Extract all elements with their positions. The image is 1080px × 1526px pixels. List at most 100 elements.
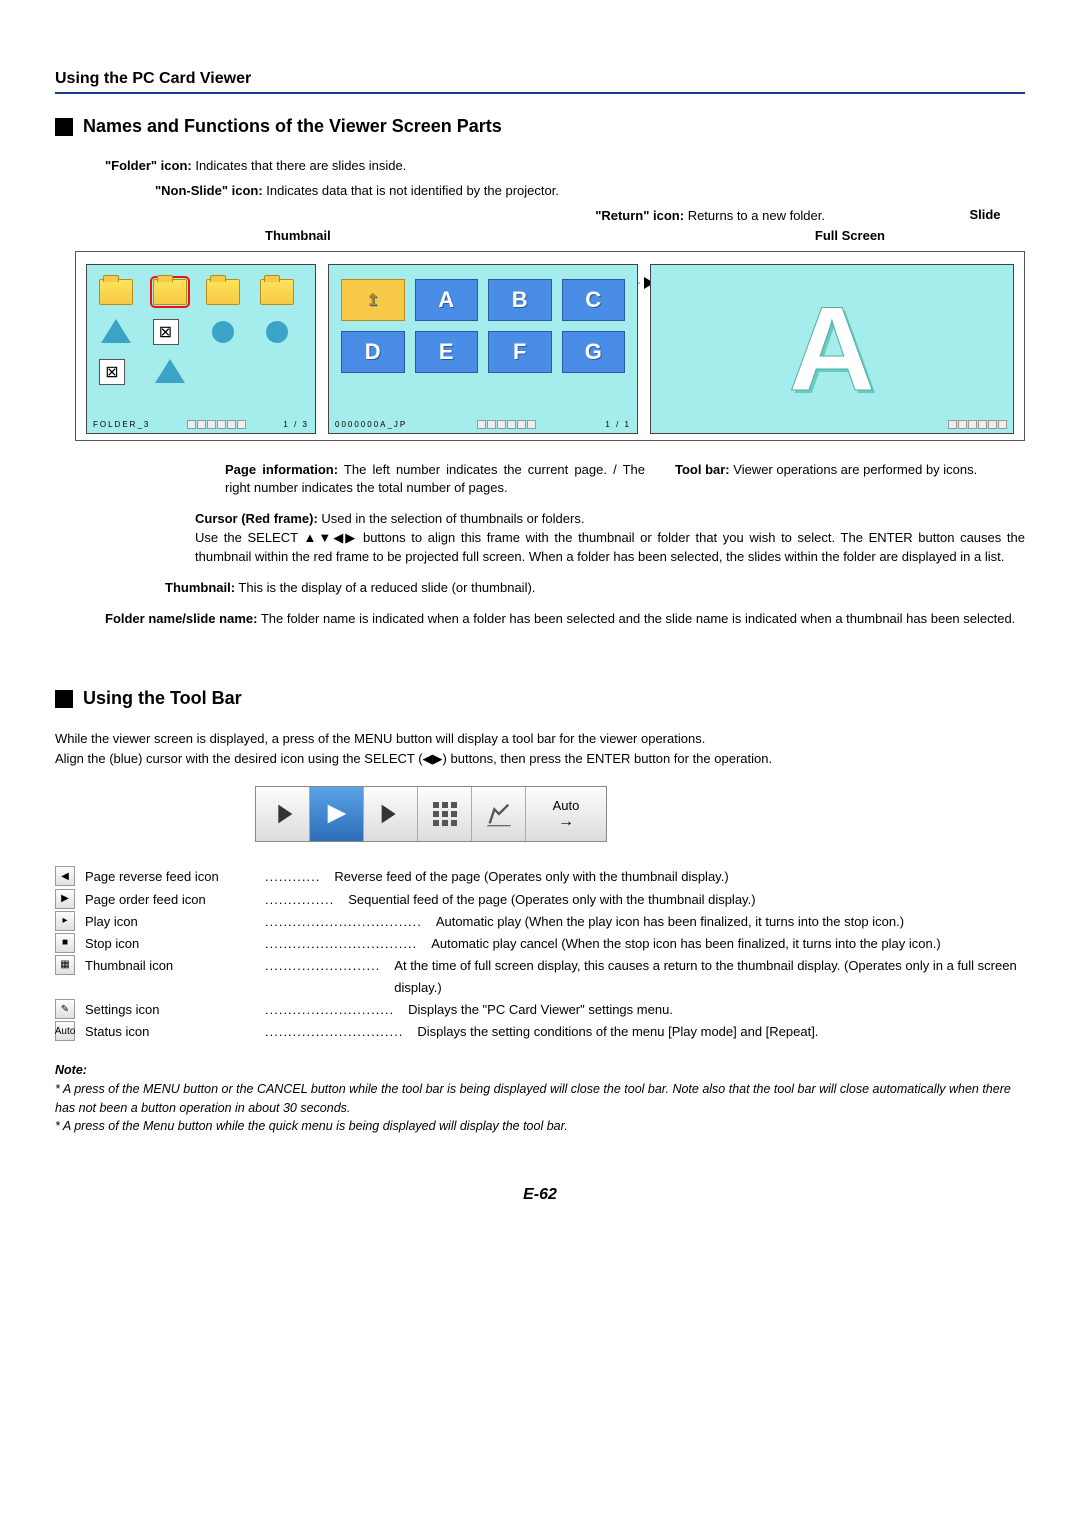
slide-c: C — [562, 279, 626, 321]
slide-a: A — [415, 279, 479, 321]
folder-icon — [99, 279, 133, 305]
auto-label: Auto — [553, 798, 580, 813]
legend-text: Automatic play cancel (When the stop ico… — [431, 933, 1025, 955]
slide-d: D — [341, 331, 405, 373]
legend-glyph-icon: ■ — [55, 933, 75, 953]
page-info: 1 / 1 — [605, 420, 631, 429]
label-slide: Slide — [945, 207, 1025, 226]
slide-name: 0000000A_JP — [335, 420, 407, 429]
non-slide-icon: ⊠ — [153, 319, 187, 345]
mini-toolbar-icon — [948, 420, 1007, 429]
heading-text: Using the Tool Bar — [83, 688, 242, 709]
legend-name: Thumbnail icon — [85, 955, 255, 977]
header-rule — [55, 92, 1025, 94]
folder-name: FOLDER_3 — [93, 420, 150, 429]
mini-toolbar-icon — [477, 420, 536, 429]
legend-text: Sequential feed of the page (Operates on… — [348, 889, 1025, 911]
folder-icon — [260, 279, 294, 305]
slide-tri-icon — [99, 319, 133, 345]
legend-text: Displays the setting conditions of the m… — [417, 1021, 1025, 1043]
legend-text: Automatic play (When the play icon has b… — [436, 911, 1025, 933]
legend-glyph-icon: ▦ — [55, 955, 75, 975]
thumbnail-button[interactable] — [418, 787, 472, 841]
desc-cursor: Cursor (Red frame): Used in the selectio… — [195, 510, 1025, 567]
square-bullet-icon — [55, 118, 73, 136]
status-button[interactable]: Auto → — [526, 787, 606, 841]
legend-dots: ............... — [265, 889, 334, 911]
legend-glyph-icon: Auto — [55, 1021, 75, 1041]
legend-name: Settings icon — [85, 999, 255, 1021]
label-fullscreen: Full Screen — [815, 228, 885, 243]
arrow-right-icon: → — [558, 813, 574, 831]
legend-dots: ................................. — [265, 933, 417, 955]
desc-pageinfo: Page information: The left number indica… — [225, 461, 645, 499]
heading-toolbar: Using the Tool Bar — [55, 688, 1025, 709]
slide-f: F — [488, 331, 552, 373]
legend-row: ■ Stop icon..............................… — [55, 933, 1025, 955]
note-1: * A press of the MENU button or the CANC… — [55, 1080, 1025, 1118]
mini-toolbar-icon — [187, 420, 246, 429]
folder-icon-selected — [153, 279, 187, 305]
label-thumbnail: Thumbnail — [265, 228, 331, 243]
slide-dot-icon — [206, 319, 240, 345]
desc-thumbnail: Thumbnail: This is the display of a redu… — [165, 579, 1025, 598]
non-slide-icon: ⊠ — [99, 359, 133, 385]
slide-dot-icon — [260, 319, 294, 345]
legend-name: Stop icon — [85, 933, 255, 955]
legend-dots: .................................. — [265, 911, 422, 933]
folder-pane: ⊠ ⊠ FOLDER_3 1 / 3 — [86, 264, 316, 434]
callout-nonslide: "Non-Slide" icon: Indicates data that is… — [155, 182, 1025, 201]
heading-names: Names and Functions of the Viewer Screen… — [55, 116, 1025, 137]
page-info: 1 / 3 — [283, 420, 309, 429]
page-reverse-button[interactable] — [256, 787, 310, 841]
legend-text: Displays the "PC Card Viewer" settings m… — [408, 999, 1025, 1021]
slide-tri-icon — [153, 359, 187, 385]
viewer-diagram: ⊠ ⊠ FOLDER_3 1 / 3 ↥ A B C — [75, 251, 1025, 441]
page-number: E-62 — [55, 1186, 1025, 1204]
note-heading: Note: — [55, 1063, 87, 1077]
page-forward-button[interactable] — [310, 787, 364, 841]
big-slide-a: A — [789, 289, 876, 409]
toolbar-intro: While the viewer screen is displayed, a … — [55, 729, 1025, 768]
legend-glyph-icon: ◀ — [55, 866, 75, 886]
return-icon: ↥ — [341, 279, 405, 321]
legend-text: Reverse feed of the page (Operates only … — [334, 866, 1025, 888]
icon-legend: ◀ Page reverse feed icon............ Rever… — [55, 866, 1025, 1043]
legend-glyph-icon: ▶ — [55, 889, 75, 909]
fullscreen-pane: A — [650, 264, 1014, 434]
legend-row: ◀ Page reverse feed icon............ Rever… — [55, 866, 1025, 888]
legend-dots: ......................... — [265, 955, 380, 977]
legend-row: Auto Status icon.........................… — [55, 1021, 1025, 1043]
square-bullet-icon — [55, 690, 73, 708]
note-block: Note: * A press of the MENU button or th… — [55, 1061, 1025, 1136]
heading-text: Names and Functions of the Viewer Screen… — [83, 116, 502, 137]
legend-dots: .............................. — [265, 1021, 403, 1043]
play-button[interactable] — [364, 787, 418, 841]
desc-toolbar: Tool bar: Viewer operations are performe… — [675, 461, 1025, 499]
folder-icon — [206, 279, 240, 305]
legend-row: ▶ Page order feed icon............... Sequ… — [55, 889, 1025, 911]
callout-return: "Return" icon: Returns to a new folder. — [595, 207, 825, 226]
legend-name: Page order feed icon — [85, 889, 255, 911]
legend-glyph-icon: ✎ — [55, 999, 75, 1019]
settings-button[interactable] — [472, 787, 526, 841]
thumbnail-pane: ↥ A B C D E F G 0000000A_JP 1 / 1 — [328, 264, 638, 434]
legend-name: Status icon — [85, 1021, 255, 1043]
slide-g: G — [562, 331, 626, 373]
desc-foldername: Folder name/slide name: The folder name … — [105, 610, 1025, 629]
callout-folder: "Folder" icon: Indicates that there are … — [105, 157, 1025, 176]
legend-dots: ............ — [265, 866, 320, 888]
toolbar: Auto → — [255, 786, 607, 842]
slide-e: E — [415, 331, 479, 373]
legend-text: At the time of full screen display, this… — [394, 955, 1025, 999]
legend-name: Page reverse feed icon — [85, 866, 255, 888]
legend-glyph-icon: ▸ — [55, 911, 75, 931]
legend-name: Play icon — [85, 911, 255, 933]
note-2: * A press of the Menu button while the q… — [55, 1117, 1025, 1136]
slide-b: B — [488, 279, 552, 321]
legend-row: ✎ Settings icon..........................… — [55, 999, 1025, 1021]
legend-row: ▦ Thumbnail icon.........................… — [55, 955, 1025, 999]
legend-dots: ............................ — [265, 999, 394, 1021]
section-header: Using the PC Card Viewer — [55, 70, 1025, 88]
legend-row: ▸ Play icon..............................… — [55, 911, 1025, 933]
